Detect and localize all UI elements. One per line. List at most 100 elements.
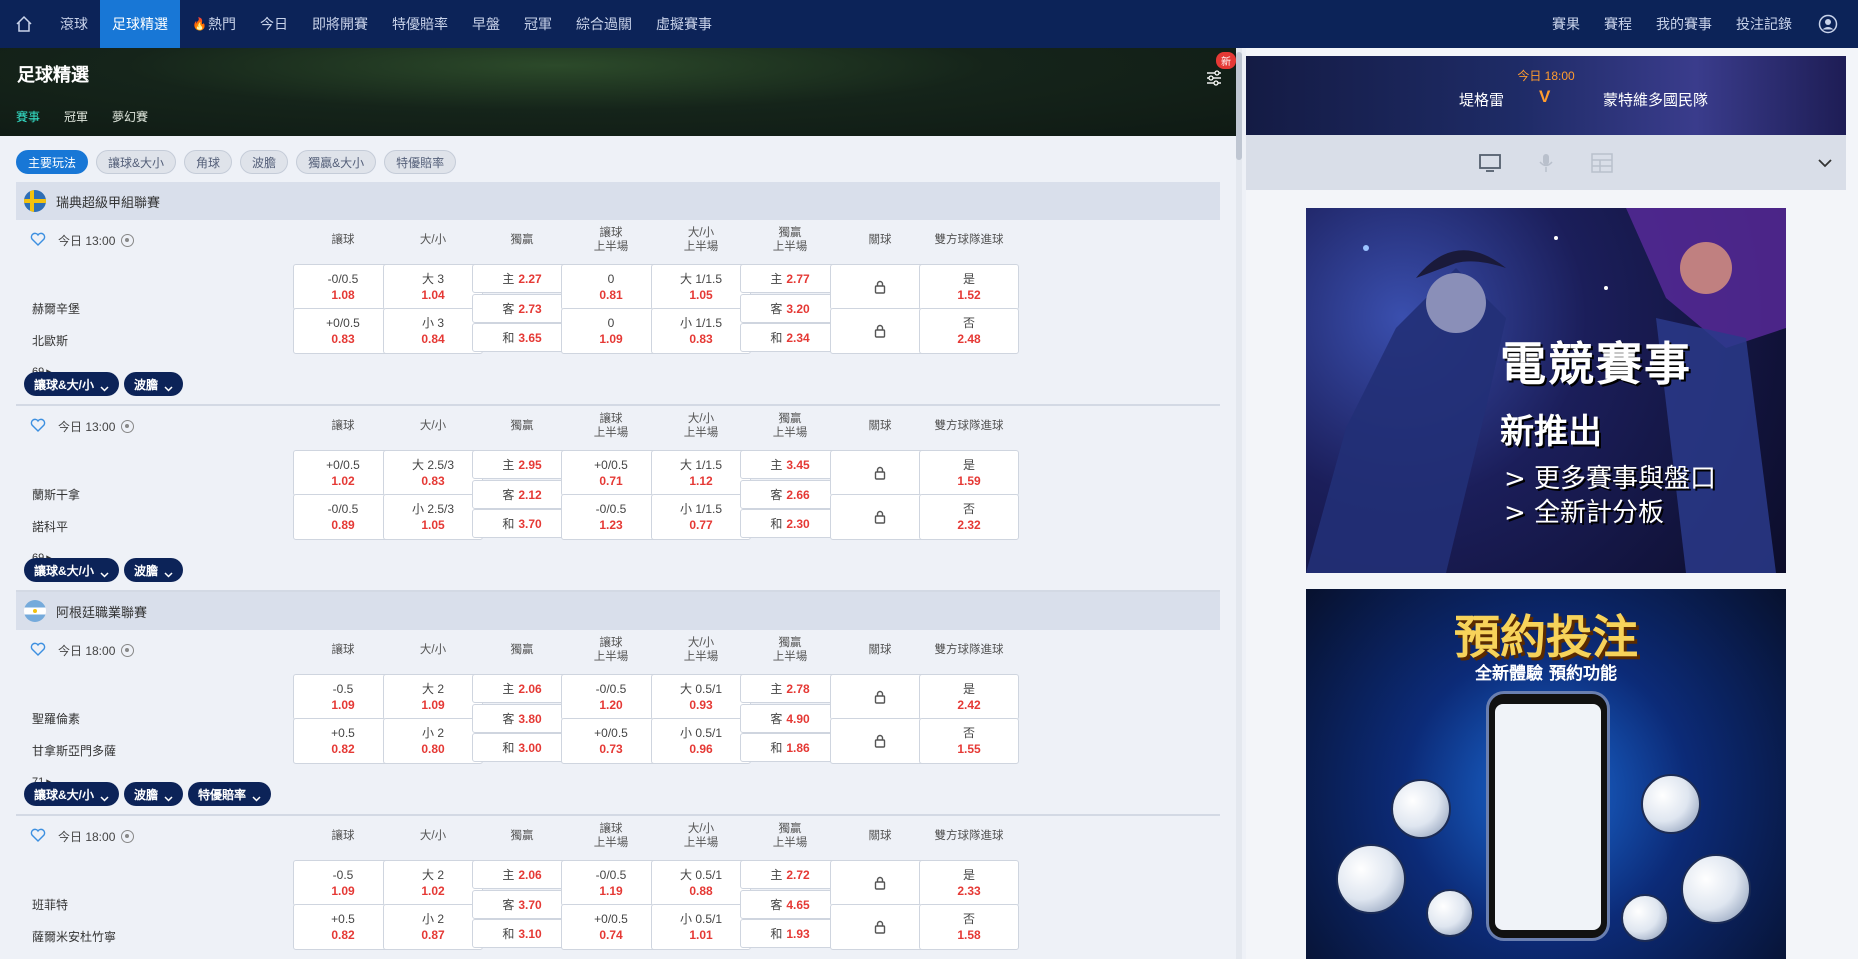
nav-item[interactable]: 滾球 bbox=[48, 0, 100, 48]
odds-cell[interactable]: 大 0.5/1 0.88 bbox=[651, 860, 751, 906]
nav-item[interactable]: 今日 bbox=[248, 0, 300, 48]
nav-item[interactable]: 🔥 熱門 bbox=[180, 0, 248, 48]
odds-cell[interactable]: 大 2 1.09 bbox=[383, 674, 483, 720]
scoreboard-icon[interactable] bbox=[1589, 152, 1615, 174]
favorite-heart-icon[interactable] bbox=[30, 418, 48, 434]
odds-cell[interactable]: 客 2.73 bbox=[472, 294, 572, 323]
nav-item[interactable]: 足球精選 bbox=[100, 0, 180, 48]
market-chip[interactable]: 波膽 bbox=[240, 150, 289, 174]
odds-cell[interactable]: 和 1.86 bbox=[740, 733, 840, 762]
home-team-name[interactable]: 聖羅倫素 bbox=[32, 710, 80, 727]
odds-cell[interactable]: 0 0.81 bbox=[561, 264, 661, 310]
home-team-name[interactable]: 赫爾辛堡 bbox=[32, 300, 80, 317]
odds-cell[interactable]: +0/0.5 1.02 bbox=[293, 450, 393, 496]
odds-cell[interactable]: 小 1/1.5 0.83 bbox=[651, 308, 751, 354]
odds-cell[interactable]: 主 2.95 bbox=[472, 450, 572, 479]
tab-outright[interactable]: 冠軍 bbox=[64, 108, 88, 125]
odds-cell[interactable]: +0.5 0.82 bbox=[293, 904, 393, 950]
nav-item[interactable]: 虛擬賽事 bbox=[644, 0, 724, 48]
odds-cell[interactable]: 客 2.66 bbox=[740, 480, 840, 509]
odds-cell[interactable]: 客 2.12 bbox=[472, 480, 572, 509]
home-team-name[interactable]: 蘭斯干拿 bbox=[32, 486, 80, 503]
market-chip[interactable]: 獨贏&大小 bbox=[296, 150, 377, 174]
live-match-card[interactable]: 今日 18:00 堤格雷 V 蒙特維多國民隊 bbox=[1246, 56, 1846, 135]
tv-icon[interactable] bbox=[1477, 152, 1503, 174]
odds-cell[interactable]: 大 1/1.5 1.05 bbox=[651, 264, 751, 310]
nav-results[interactable]: 賽果 bbox=[1540, 0, 1592, 48]
odds-cell[interactable]: 大 3 1.04 bbox=[383, 264, 483, 310]
tab-fantasy[interactable]: 夢幻賽 bbox=[112, 108, 148, 125]
odds-cell[interactable]: 主 2.06 bbox=[472, 860, 572, 889]
market-tag-dropdown[interactable]: 波膽 bbox=[124, 372, 184, 396]
stats-icon[interactable] bbox=[121, 419, 135, 433]
market-tag-dropdown[interactable]: 讓球&大/小 bbox=[24, 782, 120, 806]
odds-cell[interactable]: 小 1/1.5 0.77 bbox=[651, 494, 751, 540]
nav-item[interactable]: 即將開賽 bbox=[300, 0, 380, 48]
odds-cell[interactable]: 否 2.48 bbox=[919, 308, 1019, 354]
away-team-name[interactable]: 薩爾米安杜竹寧 bbox=[32, 928, 116, 945]
esports-banner[interactable]: 電競賽事 新推出 > 更多賽事與盤口 > 全新計分板 bbox=[1306, 208, 1786, 573]
market-chip[interactable]: 角球 bbox=[184, 150, 233, 174]
league-header[interactable]: 瑞典超級甲組聯賽 bbox=[16, 182, 1220, 220]
odds-cell[interactable]: -0.5 1.09 bbox=[293, 860, 393, 906]
odds-cell[interactable]: 客 4.90 bbox=[740, 704, 840, 733]
odds-cell[interactable]: 大 1/1.5 1.12 bbox=[651, 450, 751, 496]
market-chip[interactable]: 特優賠率 bbox=[384, 150, 457, 174]
market-tag-dropdown[interactable]: 特優賠率 bbox=[188, 782, 272, 806]
odds-cell[interactable]: 0 1.09 bbox=[561, 308, 661, 354]
stats-icon[interactable] bbox=[121, 643, 135, 657]
nav-item[interactable]: 早盤 bbox=[460, 0, 512, 48]
odds-cell[interactable]: -0/0.5 1.08 bbox=[293, 264, 393, 310]
stats-icon[interactable] bbox=[121, 829, 135, 843]
scrollbar-thumb[interactable] bbox=[1236, 52, 1242, 160]
odds-cell[interactable]: 客 4.65 bbox=[740, 890, 840, 919]
odds-cell[interactable]: -0/0.5 0.89 bbox=[293, 494, 393, 540]
odds-cell[interactable]: 小 2 0.80 bbox=[383, 718, 483, 764]
scrollbar-track[interactable] bbox=[1236, 48, 1242, 959]
nav-item[interactable]: 綜合過關 bbox=[564, 0, 644, 48]
odds-cell[interactable]: 客 3.20 bbox=[740, 294, 840, 323]
odds-cell[interactable]: 主 2.78 bbox=[740, 674, 840, 703]
odds-cell[interactable]: 和 2.30 bbox=[740, 509, 840, 538]
odds-cell[interactable]: 客 3.70 bbox=[472, 890, 572, 919]
favorite-heart-icon[interactable] bbox=[30, 828, 48, 844]
nav-my-events[interactable]: 我的賽事 bbox=[1644, 0, 1724, 48]
odds-cell[interactable]: 大 2 1.02 bbox=[383, 860, 483, 906]
odds-cell[interactable]: -0/0.5 1.20 bbox=[561, 674, 661, 720]
tab-events[interactable]: 賽事 bbox=[16, 108, 40, 125]
away-team-name[interactable]: 甘拿斯亞門多薩 bbox=[32, 742, 116, 759]
odds-cell[interactable]: 否 1.55 bbox=[919, 718, 1019, 764]
nav-item[interactable]: 特優賠率 bbox=[380, 0, 460, 48]
odds-cell[interactable]: -0/0.5 1.23 bbox=[561, 494, 661, 540]
odds-cell[interactable]: +0/0.5 0.83 bbox=[293, 308, 393, 354]
odds-cell[interactable]: 主 2.72 bbox=[740, 860, 840, 889]
odds-cell[interactable]: 小 0.5/1 1.01 bbox=[651, 904, 751, 950]
odds-cell[interactable]: 和 3.65 bbox=[472, 323, 572, 352]
odds-cell[interactable]: 主 2.27 bbox=[472, 264, 572, 293]
odds-cell[interactable]: 小 2.5/3 1.05 bbox=[383, 494, 483, 540]
stats-icon[interactable] bbox=[121, 233, 135, 247]
away-team-name[interactable]: 北歐斯 bbox=[32, 332, 68, 349]
odds-cell[interactable]: 是 1.59 bbox=[919, 450, 1019, 496]
odds-cell[interactable]: 否 2.32 bbox=[919, 494, 1019, 540]
odds-cell[interactable]: 小 0.5/1 0.96 bbox=[651, 718, 751, 764]
market-tag-dropdown[interactable]: 讓球&大/小 bbox=[24, 558, 120, 582]
market-tag-dropdown[interactable]: 讓球&大/小 bbox=[24, 372, 120, 396]
odds-cell[interactable]: 小 3 0.84 bbox=[383, 308, 483, 354]
odds-cell[interactable]: 是 1.52 bbox=[919, 264, 1019, 310]
odds-cell[interactable]: +0.5 0.82 bbox=[293, 718, 393, 764]
favorite-heart-icon[interactable] bbox=[30, 232, 48, 248]
nav-bet-history[interactable]: 投注記錄 bbox=[1724, 0, 1804, 48]
odds-cell[interactable]: 客 3.80 bbox=[472, 704, 572, 733]
user-account-icon[interactable] bbox=[1810, 0, 1846, 48]
chevron-down-icon[interactable] bbox=[1818, 155, 1832, 168]
odds-cell[interactable]: +0/0.5 0.71 bbox=[561, 450, 661, 496]
odds-cell[interactable]: 和 1.93 bbox=[740, 919, 840, 948]
odds-cell[interactable]: 小 2 0.87 bbox=[383, 904, 483, 950]
league-header[interactable]: 阿根廷職業聯賽 bbox=[16, 592, 1220, 630]
odds-cell[interactable]: 和 3.00 bbox=[472, 733, 572, 762]
market-chip[interactable]: 讓球&大小 bbox=[96, 150, 177, 174]
market-tag-dropdown[interactable]: 波膽 bbox=[124, 558, 184, 582]
odds-cell[interactable]: 是 2.33 bbox=[919, 860, 1019, 906]
odds-cell[interactable]: 和 3.70 bbox=[472, 509, 572, 538]
